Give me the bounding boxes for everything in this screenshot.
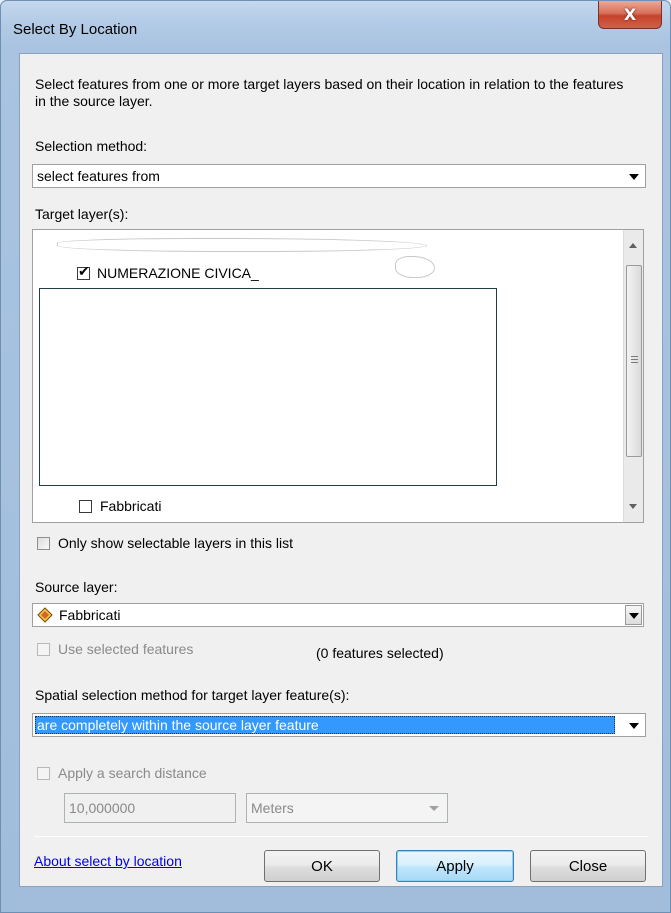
search-distance-checkbox[interactable] xyxy=(37,767,50,780)
use-selected-label: Use selected features xyxy=(58,641,194,657)
source-layer-value: Fabbricati xyxy=(59,607,121,623)
scrollbar-thumb[interactable] xyxy=(626,265,642,457)
footer-divider xyxy=(34,836,648,837)
list-scrollbar[interactable] xyxy=(623,230,643,522)
window-title: Select By Location xyxy=(13,21,138,38)
polygon-layer-icon xyxy=(37,607,53,623)
layer-list-popup xyxy=(39,288,497,486)
spatial-method-label: Spatial selection method for target laye… xyxy=(35,687,350,703)
grip-line xyxy=(631,362,638,363)
target-layers-list[interactable]: ✔ NUMERAZIONE CIVICA_ Fabbricati xyxy=(32,229,644,523)
features-selected-count: (0 features selected) xyxy=(316,645,444,661)
only-selectable-checkbox[interactable] xyxy=(37,537,50,550)
apply-button-label: Apply xyxy=(436,857,474,875)
search-distance-value: 10,000000 xyxy=(69,800,136,816)
description-text: Select features from one or more target … xyxy=(35,76,624,109)
spatial-method-value: are completely within the source layer f… xyxy=(37,717,319,733)
chevron-down-icon[interactable] xyxy=(625,605,642,625)
distance-unit-value: Meters xyxy=(251,800,294,816)
only-selectable-label: Only show selectable layers in this list xyxy=(58,535,293,551)
ok-button[interactable]: OK xyxy=(264,850,380,882)
selection-method-dropdown[interactable]: select features from xyxy=(32,164,646,188)
target-layer-label-fabbricati: Fabbricati xyxy=(100,498,162,514)
redacted-layer-blot xyxy=(395,256,435,278)
scroll-up-icon[interactable] xyxy=(629,243,637,248)
grip-line xyxy=(631,359,638,360)
title-bar[interactable]: Select By Location X xyxy=(1,1,670,53)
chevron-down-icon xyxy=(629,174,639,180)
target-layer-label-numerazione: NUMERAZIONE CIVICA_ xyxy=(97,265,259,281)
redacted-layer-blot xyxy=(57,238,427,252)
source-layer-dropdown[interactable]: Fabbricati xyxy=(32,603,644,627)
search-distance-input[interactable]: 10,000000 xyxy=(64,793,236,823)
dialog-client-area: Select features from one or more target … xyxy=(19,53,663,887)
selection-method-label: Selection method: xyxy=(35,138,148,154)
window-close-button[interactable]: X xyxy=(598,1,662,29)
grip-line xyxy=(631,356,638,357)
close-icon: X xyxy=(623,5,637,24)
selection-method-value: select features from xyxy=(37,168,160,184)
chevron-down-icon xyxy=(629,723,639,729)
distance-unit-dropdown[interactable]: Meters xyxy=(246,793,448,823)
select-by-location-window: Select By Location X Select features fro… xyxy=(0,0,671,913)
ok-button-label: OK xyxy=(311,857,333,875)
scroll-down-icon[interactable] xyxy=(629,504,637,509)
use-selected-checkbox[interactable] xyxy=(37,643,50,656)
spatial-method-dropdown[interactable]: are completely within the source layer f… xyxy=(32,713,646,737)
apply-button[interactable]: Apply xyxy=(396,850,514,882)
search-distance-label: Apply a search distance xyxy=(58,765,207,781)
close-button[interactable]: Close xyxy=(530,850,646,882)
close-button-label: Close xyxy=(568,857,608,875)
checkmark-icon: ✔ xyxy=(78,264,90,280)
target-layer-checkbox-numerazione[interactable]: ✔ xyxy=(77,264,90,280)
target-layer-checkbox-fabbricati[interactable] xyxy=(79,500,92,513)
target-layers-label: Target layer(s): xyxy=(35,206,129,222)
source-layer-label: Source layer: xyxy=(35,579,118,595)
chevron-down-icon xyxy=(429,806,439,811)
about-select-by-location-link[interactable]: About select by location xyxy=(34,853,182,869)
